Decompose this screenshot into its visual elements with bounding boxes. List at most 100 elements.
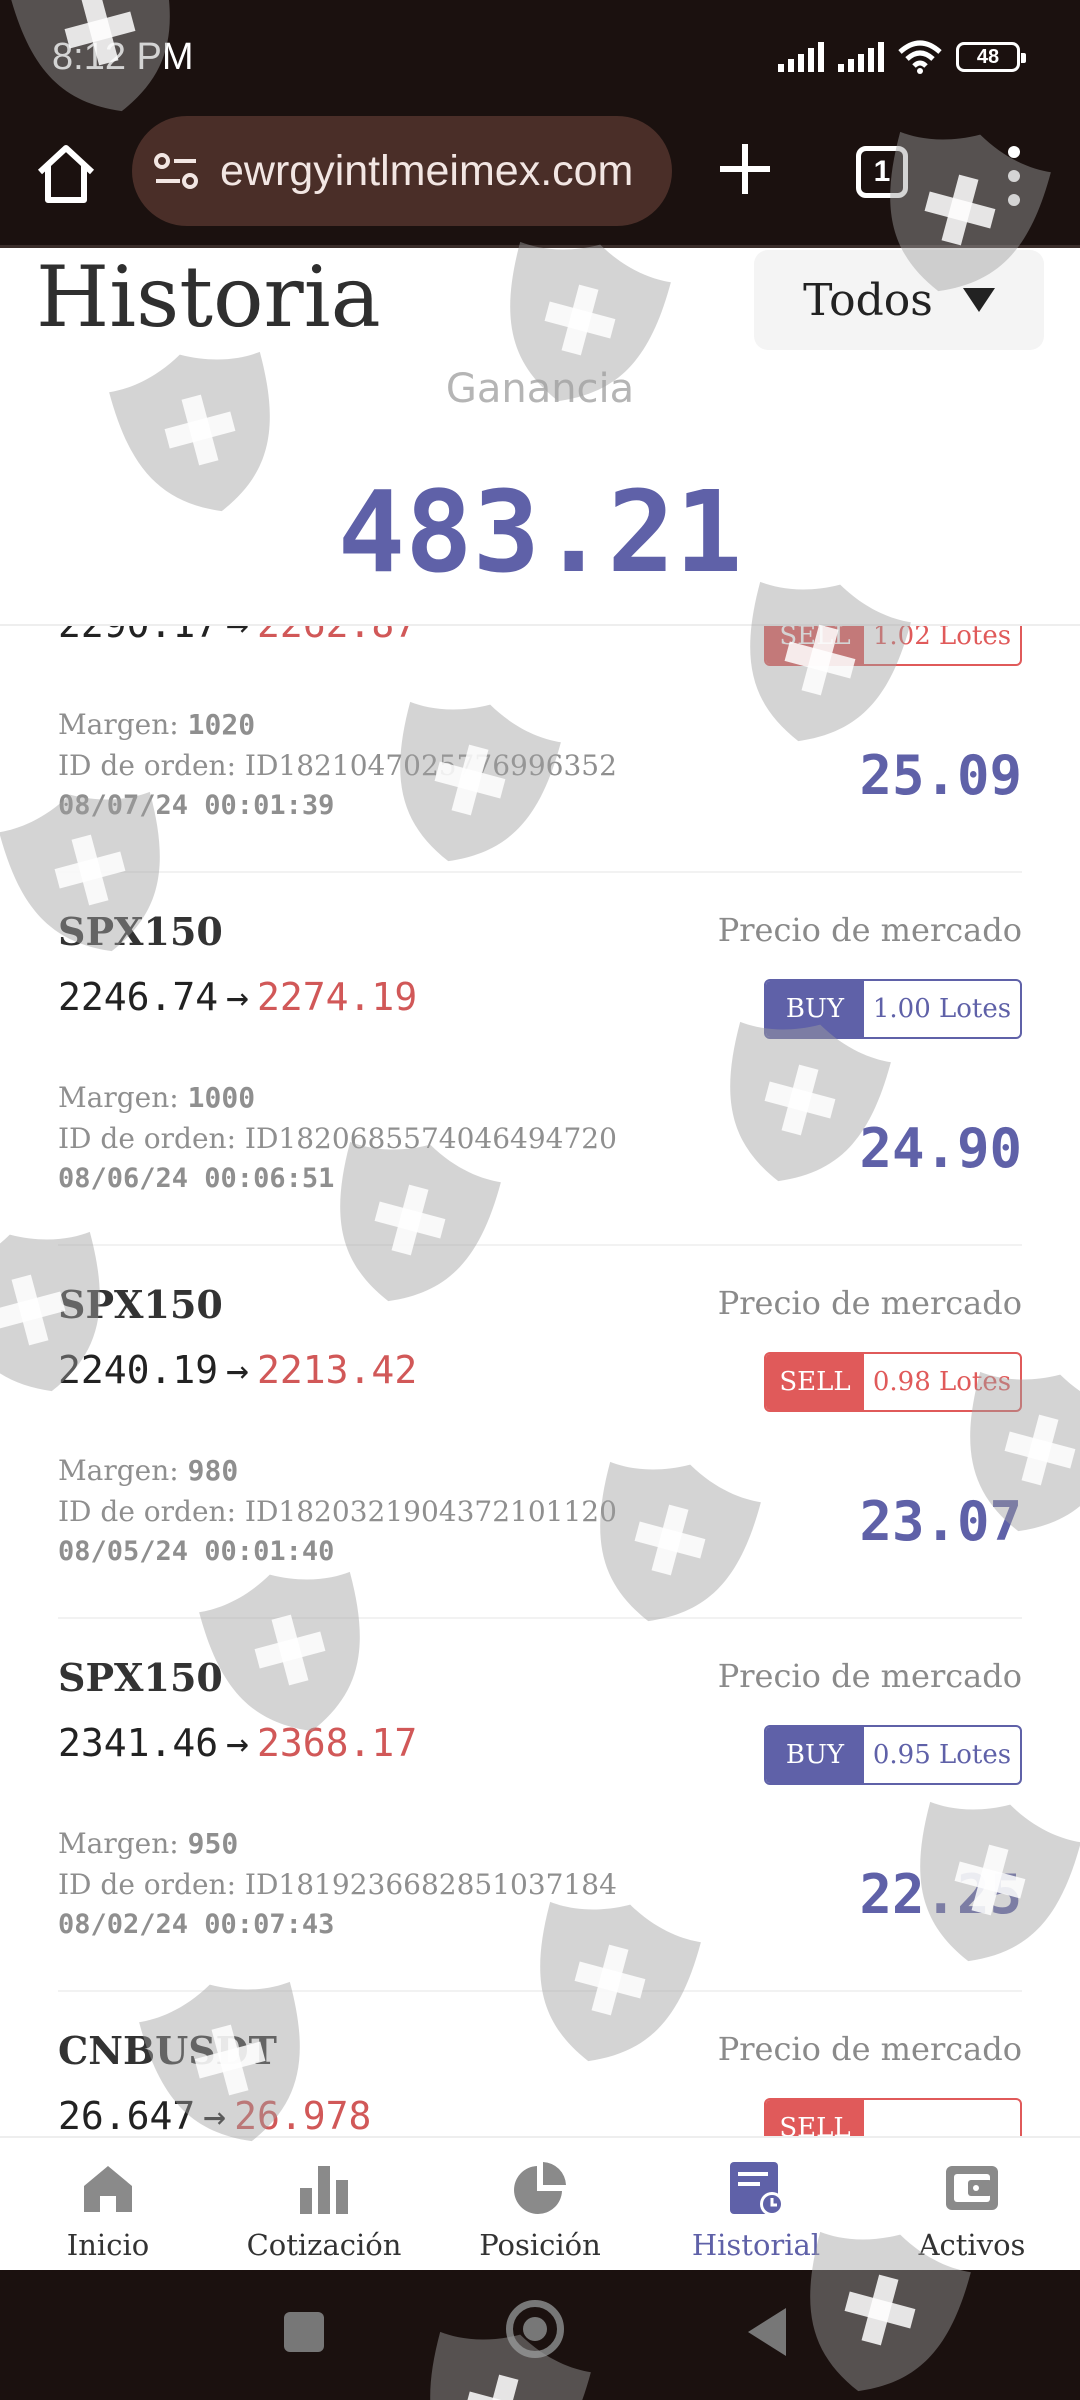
total-profit-label: Ganancia [445,366,635,412]
order-prices: 2290.17 → 2262.87 [58,626,417,646]
margin-value: 980 [187,1454,239,1487]
nav-item-historial[interactable]: Historial [648,2138,864,2270]
order-lots: 0.95 Lotes [864,1727,1020,1783]
order-row[interactable]: SPX150 Precio de mercado 2341.46 → 2368.17… [58,1619,1022,1992]
order-side: SELL [766,2100,864,2136]
site-settings-icon[interactable] [152,151,202,191]
back-icon[interactable] [748,2308,786,2356]
arrow-right-icon: → [226,1348,250,1392]
recents-icon[interactable] [284,2312,324,2352]
wallet-icon [946,2166,998,2210]
order-lots: 1.02 Lotes [864,626,1020,664]
status-time: 8:12 PM [52,36,194,78]
order-margin: Margen: 950 [58,1827,238,1860]
nav-item-posicion[interactable]: Posición [432,2138,648,2270]
status-bar: 8:12 PM 48 [0,0,1080,110]
close-price: 2368.17 [257,1721,418,1765]
arrow-right-icon: → [226,626,249,646]
side-lots-badge: SELL 0.98 Lotes [764,1352,1022,1412]
order-profit: 22.25 [859,1863,1022,1926]
nav-item-cotizacion[interactable]: Cotización [216,2138,432,2270]
order-symbol: CNBUSDT [58,2028,277,2073]
order-price-type: Precio de mercado [717,2030,1022,2068]
nav-label: Historial [691,2228,821,2262]
order-row[interactable]: CNBUSDT Precio de mercado 26.647 → 26.978 … [58,1992,1022,2136]
margin-value: 1020 [187,708,256,741]
close-price: 2262.87 [257,626,417,646]
order-prices: 2341.46 → 2368.17 [58,1721,417,1765]
filter-dropdown[interactable]: Todos [754,250,1044,350]
order-symbol: SPX150 [58,1655,223,1700]
order-symbol: SPX150 [58,909,223,954]
nav-label: Inicio [66,2228,150,2262]
total-profit-value: 483.21 [337,468,743,598]
order-id-value: ID1819236682851037184 [244,1868,617,1901]
order-id-value: ID1821047025776996352 [244,749,617,782]
signal-icon [778,42,824,72]
side-lots-badge: SELL 1.02 Lotes [764,626,1022,666]
history-header: Historia Todos Ganancia 483.21 [0,248,1080,626]
order-margin: Margen: 980 [58,1454,238,1487]
page-title: Historia [36,248,381,346]
order-profit: 23.07 [859,1490,1022,1553]
order-lots: 1.00 Lotes [864,981,1020,1037]
home-circle-icon[interactable] [506,2300,564,2358]
bottom-nav: Inicio Cotización Posición Historial Act… [0,2136,1080,2270]
history-icon [730,2162,784,2216]
nav-label: Posición [479,2228,601,2262]
dropdown-arrow-icon [962,288,995,312]
order-profit: 24.90 [859,1117,1022,1180]
arrow-right-icon: → [226,1721,250,1765]
nav-item-inicio[interactable]: Inicio [0,2138,216,2270]
margin-label: Margen: [58,708,179,741]
close-price: 2213.42 [257,1348,418,1392]
side-lots-badge: BUY 1.00 Lotes [764,979,1022,1039]
url-text: ewrgyintlmeimex.com [220,146,634,195]
arrow-right-icon: → [203,2094,227,2136]
order-prices: 26.647 → 26.978 [58,2094,371,2136]
order-id: ID de orden: ID1821047025776996352 [58,749,617,782]
battery-icon: 48 [956,42,1026,72]
signal-icon [838,42,884,72]
bar-chart-icon [300,2166,348,2214]
order-price-type: Precio de mercado [717,911,1022,949]
order-lots: 0.98 Lotes [864,1354,1020,1410]
nav-label: Activos [918,2228,1026,2262]
order-prices: 2246.74 → 2274.19 [58,975,417,1019]
order-history-list[interactable]: SPX150 Precio de mercado 2290.17 → 2262.87… [0,626,1080,2136]
order-id-label: ID de orden: [58,749,237,782]
side-lots-badge: SELL [764,2098,1022,2136]
close-price: 2274.19 [257,975,418,1019]
margin-label: Margen: [58,1081,179,1114]
tab-switcher-button[interactable]: 1 [856,146,908,198]
order-row[interactable]: SPX150 Precio de mercado 2290.17→2262.87… [58,626,1022,873]
new-tab-icon[interactable] [712,136,778,202]
order-datetime: 08/07/24 00:01:39 [58,790,335,821]
filter-label: Todos [803,274,933,326]
order-price-type: Precio de mercado [717,1657,1022,1695]
more-menu-icon[interactable] [1000,146,1028,206]
nav-item-activos[interactable]: Activos [864,2138,1080,2270]
pie-chart-icon [514,2162,566,2214]
order-id: ID de orden: ID1819236682851037184 [58,1868,617,1901]
order-row[interactable]: SPX150 Precio de mercado 2246.74 → 2274.19… [58,873,1022,1246]
home-icon [84,2166,132,2212]
order-side: SELL [766,626,864,664]
order-id-label: ID de orden: [58,1122,237,1155]
margin-value: 1000 [187,1081,256,1114]
nav-label: Cotización [246,2228,402,2262]
order-margin: Margen: 1020 [58,708,255,741]
order-id: ID de orden: ID1820685574046494720 [58,1122,617,1155]
order-margin: Margen: 1000 [58,1081,255,1114]
browser-toolbar: ewrgyintlmeimex.com 1 [0,110,1080,248]
margin-label: Margen: [58,1827,179,1860]
margin-label: Margen: [58,1454,179,1487]
status-icons: 48 [778,40,1026,74]
system-nav-bar [0,2270,1080,2400]
home-icon[interactable] [30,138,102,210]
url-bar[interactable]: ewrgyintlmeimex.com [132,116,672,226]
margin-value: 950 [187,1827,239,1860]
order-row[interactable]: SPX150 Precio de mercado 2240.19 → 2213.42… [58,1246,1022,1619]
open-price: 2341.46 [58,1721,219,1765]
order-id-value: ID1820321904372101120 [244,1495,617,1528]
